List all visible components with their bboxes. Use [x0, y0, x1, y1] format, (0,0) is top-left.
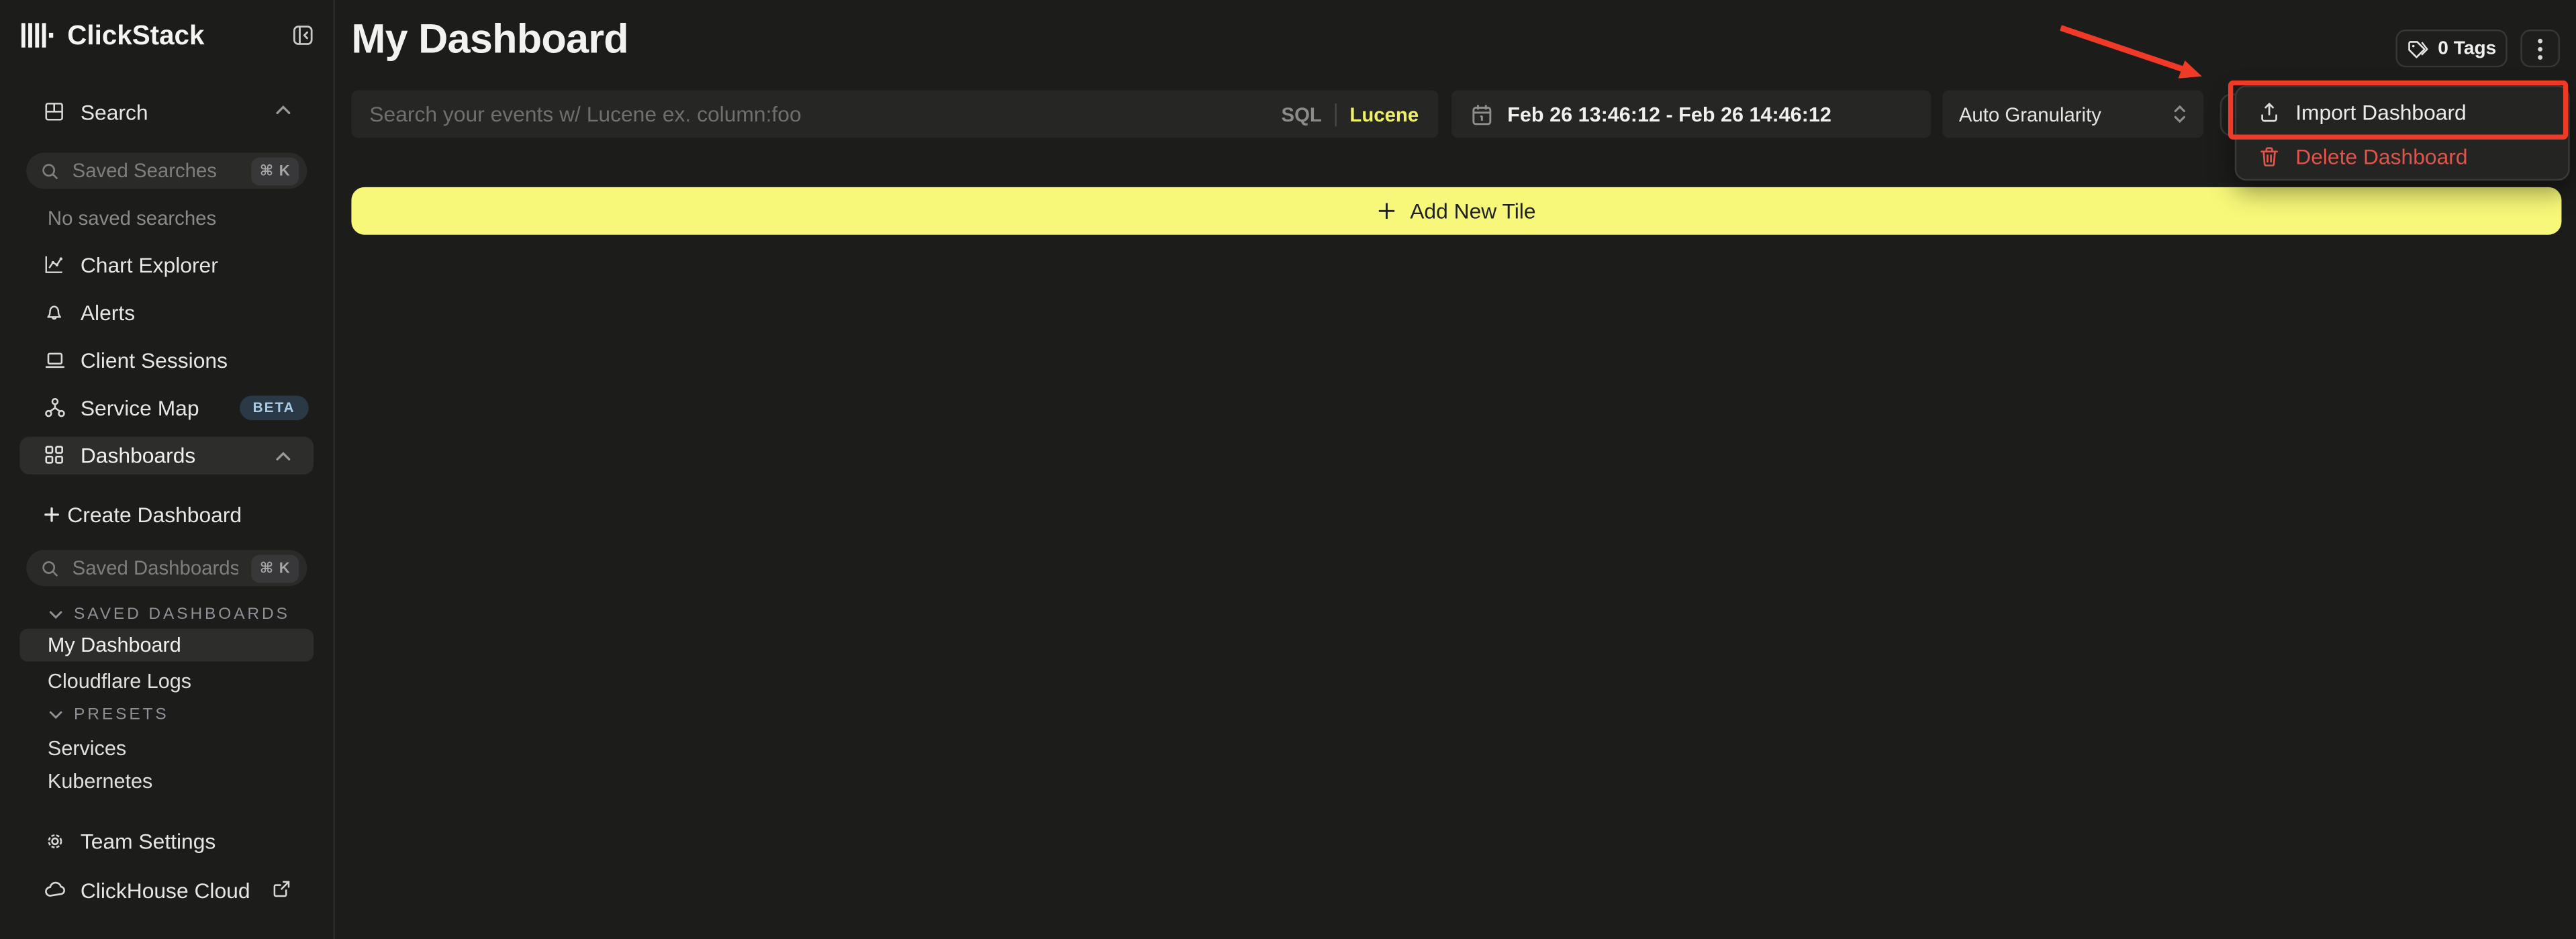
kebab-menu-icon — [2537, 37, 2544, 60]
sidebar-item-clickhouse-cloud[interactable]: ClickHouse Cloud — [0, 872, 333, 909]
upload-icon — [2259, 102, 2279, 123]
laptop-icon — [44, 351, 66, 369]
saved-dashboards-search[interactable]: ⌘ K — [26, 550, 307, 586]
sidebar-item-label: Service Map — [81, 395, 199, 420]
search-icon — [41, 559, 59, 577]
collapse-sidebar-button[interactable] — [292, 25, 314, 46]
chevron-down-icon — [49, 611, 62, 619]
sidebar-item-label: Client Sessions — [81, 348, 228, 373]
granularity-select[interactable]: Auto Granularity — [1942, 91, 2203, 138]
chevron-up-icon — [276, 452, 291, 462]
sidebar-item-alerts[interactable]: Alerts — [0, 294, 333, 332]
sidebar-item-label: Dashboards — [81, 443, 195, 468]
annotation-arrow — [0, 0, 2576, 939]
clickstack-logo-icon — [21, 23, 54, 48]
menu-item-label: Delete Dashboard — [2295, 144, 2467, 169]
gear-icon — [44, 831, 66, 852]
no-saved-searches-text: No saved searches — [48, 207, 216, 230]
presets-section-header[interactable]: PRESETS — [49, 706, 169, 724]
time-range-label: Feb 26 13:46:12 - Feb 26 14:46:12 — [1507, 103, 1831, 126]
page-title: My Dashboard — [351, 16, 628, 64]
bell-icon — [44, 302, 64, 324]
beta-badge: BETA — [240, 395, 308, 419]
query-language-toggle: SQL Lucene — [1281, 103, 1438, 126]
tags-button[interactable]: 0 Tags — [2395, 30, 2507, 67]
sidebar-item-team-settings[interactable]: Team Settings — [0, 822, 333, 860]
sql-toggle[interactable]: SQL — [1281, 103, 1321, 126]
sidebar-item-label: Alerts — [81, 301, 135, 326]
granularity-value: Auto Granularity — [1959, 103, 2101, 126]
list-item-label: My Dashboard — [48, 634, 181, 656]
search-icon — [41, 162, 59, 180]
dashboards-icon — [44, 445, 64, 464]
create-dashboard-label: Create Dashboard — [67, 502, 242, 527]
sidebar-item-dashboards[interactable]: Dashboards — [19, 437, 314, 475]
create-dashboard-button[interactable]: Create Dashboard — [0, 496, 333, 534]
preset-item-services[interactable]: Services — [48, 737, 126, 760]
logo-row: ClickStack — [0, 15, 333, 58]
shortcut-badge: ⌘ K — [252, 157, 299, 185]
trash-icon — [2259, 146, 2279, 168]
external-link-icon — [273, 880, 291, 898]
service-map-icon — [44, 397, 66, 419]
time-range-picker[interactable]: Feb 26 13:46:12 - Feb 26 14:46:12 — [1451, 91, 1931, 138]
saved-searches-input[interactable] — [69, 158, 242, 184]
import-dashboard-menu-item[interactable]: Import Dashboard — [2236, 89, 2568, 136]
shortcut-badge: ⌘ K — [252, 554, 299, 582]
saved-dashboard-item-cloudflare-logs[interactable]: Cloudflare Logs — [48, 670, 191, 693]
chevron-down-icon — [49, 711, 62, 719]
plus-icon — [44, 507, 59, 522]
section-header-label: PRESETS — [74, 706, 169, 724]
sidebar-item-chart-explorer[interactable]: Chart Explorer — [0, 246, 333, 284]
plus-icon — [1377, 202, 1395, 220]
chevron-up-icon — [276, 105, 291, 115]
sidebar: ClickStack Search — [0, 0, 335, 939]
sidebar-item-label: Search — [81, 100, 148, 125]
saved-searches-search[interactable]: ⌘ K — [26, 152, 307, 189]
app-title: ClickStack — [67, 21, 204, 52]
clickstack-app: ClickStack Search — [0, 0, 2576, 939]
add-new-tile-label: Add New Tile — [1410, 199, 1535, 224]
sidebar-item-service-map[interactable]: Service Map BETA — [0, 389, 333, 427]
sidebar-item-label: Chart Explorer — [81, 253, 218, 278]
delete-dashboard-menu-item[interactable]: Delete Dashboard — [2236, 133, 2568, 181]
sidebar-item-client-sessions[interactable]: Client Sessions — [0, 342, 333, 379]
calendar-icon — [1471, 103, 1492, 126]
saved-dashboard-item-my-dashboard[interactable]: My Dashboard — [19, 629, 314, 662]
lucene-toggle[interactable]: Lucene — [1349, 103, 1419, 126]
tags-icon — [2407, 38, 2428, 58]
search-panel-icon — [44, 102, 64, 121]
select-chevrons-icon — [2173, 103, 2187, 125]
tags-button-label: 0 Tags — [2438, 38, 2496, 58]
saved-dashboards-section-header[interactable]: SAVED DASHBOARDS — [49, 606, 289, 624]
add-new-tile-button[interactable]: Add New Tile — [351, 187, 2561, 235]
section-header-label: SAVED DASHBOARDS — [74, 606, 290, 624]
dashboard-menu-button[interactable] — [2520, 30, 2560, 67]
sidebar-item-label: ClickHouse Cloud — [81, 879, 250, 903]
preset-item-kubernetes[interactable]: Kubernetes — [48, 770, 152, 793]
chart-explorer-icon — [44, 254, 64, 274]
toggle-divider — [1335, 103, 1336, 126]
sidebar-item-label: Team Settings — [81, 829, 216, 854]
saved-dashboards-input[interactable] — [69, 555, 242, 581]
sidebar-item-search[interactable]: Search — [0, 91, 333, 134]
dashboard-menu-popup: Import Dashboard Delete Dashboard — [2235, 85, 2570, 181]
event-search-box[interactable]: SQL Lucene — [351, 91, 1438, 138]
menu-item-label: Import Dashboard — [2295, 100, 2467, 125]
cloud-icon — [44, 881, 66, 897]
event-search-input[interactable] — [351, 102, 1281, 127]
